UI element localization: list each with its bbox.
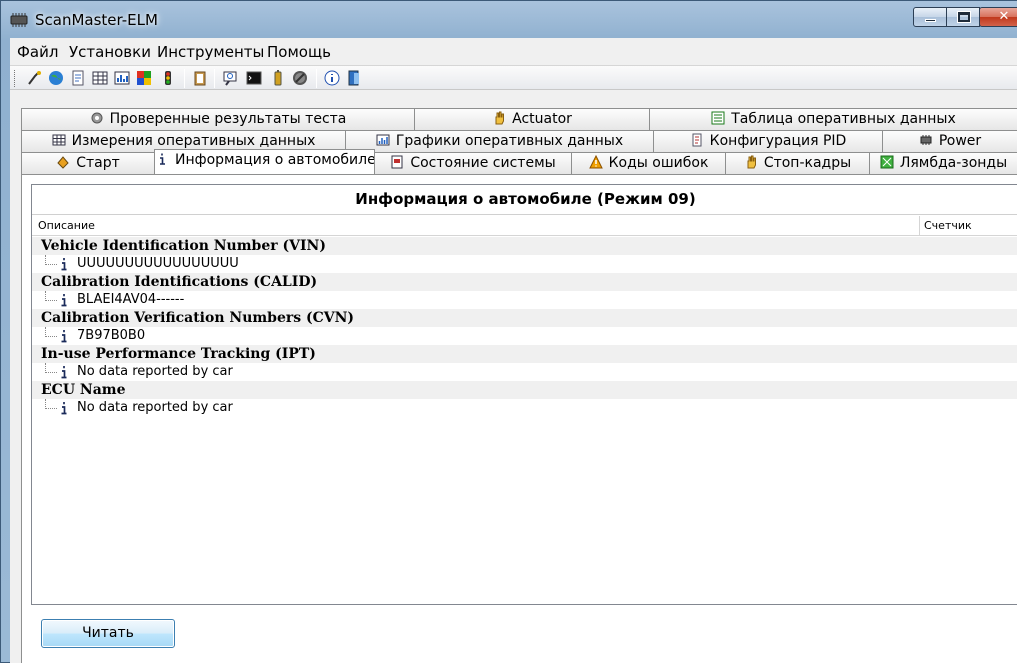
tab-pid-config[interactable]: Конфигурация PID (653, 130, 883, 152)
warning-icon (588, 155, 603, 169)
tab-vehicle-info[interactable]: Информация о автомобиле (154, 149, 375, 174)
tree-group-cvn[interactable]: Calibration Verification Numbers (CVN) (32, 309, 1017, 327)
tab-oxygen-sensors[interactable]: Лямбда-зонды (869, 152, 1017, 174)
minimize-icon (925, 19, 936, 22)
maximize-icon (958, 12, 970, 22)
tree-row[interactable]: BLAEI4AV04------ (32, 291, 1017, 309)
chip-icon (10, 13, 28, 27)
toolbar-separator (184, 69, 185, 88)
document-icon[interactable] (70, 70, 86, 86)
chip-icon (920, 135, 932, 145)
battery-icon[interactable] (270, 70, 286, 86)
gear-icon (91, 112, 103, 124)
traffic-light-icon[interactable] (160, 70, 176, 86)
info-icon (61, 402, 67, 415)
info-icon (61, 294, 67, 307)
tree-group-ecu-name[interactable]: ECU Name (32, 381, 1017, 399)
tab-error-codes[interactable]: Коды ошибок (571, 152, 726, 174)
tab-live-data-graphs[interactable]: Графики оперативных данных (345, 130, 654, 152)
tab-system-status[interactable]: Состояние системы (374, 152, 572, 174)
info-icon (61, 330, 67, 343)
minimize-button[interactable] (913, 7, 947, 27)
document-icon (692, 133, 702, 147)
grid-icon (52, 134, 66, 146)
tree-row[interactable]: 7B97B0B0 (32, 327, 1017, 345)
tab-power[interactable]: Power (882, 130, 1017, 152)
column-counter[interactable]: Счетчик (924, 219, 972, 232)
panel-title: Информация о автомобиле (Режим 09) (32, 185, 1017, 215)
chart-icon (376, 134, 390, 146)
tab-start[interactable]: Старт (21, 152, 155, 174)
vehicle-info-tree[interactable]: Информация о автомобиле (Режим 09) Описа… (31, 184, 1017, 605)
hand-icon (747, 155, 756, 169)
menu-help[interactable]: Помощь (267, 43, 331, 61)
window-title: ScanMaster-ELM (35, 11, 158, 29)
column-header: Описание Счетчик (32, 216, 1017, 236)
column-description[interactable]: Описание (38, 219, 95, 232)
tree-row[interactable]: No data reported by car (32, 363, 1017, 381)
close-button[interactable]: ✕ (979, 7, 1017, 27)
tree-group-ipt[interactable]: In-use Performance Tracking (IPT) (32, 345, 1017, 363)
stop-icon[interactable] (292, 70, 308, 86)
info-icon (160, 153, 165, 165)
search-icon[interactable] (222, 70, 238, 86)
vehicle-info-panel: Информация о автомобиле (Режим 09) Описа… (21, 174, 1017, 663)
clipboard-icon[interactable] (192, 70, 208, 86)
monitor-icon (391, 155, 403, 169)
chart-icon[interactable] (114, 70, 130, 86)
connect-icon[interactable] (26, 70, 42, 86)
tab-live-data-table[interactable]: Таблица оперативных данных (649, 108, 1017, 130)
close-icon: ✕ (998, 9, 1010, 24)
menu-file[interactable]: Файл (17, 43, 58, 61)
exit-door-icon[interactable] (346, 70, 362, 86)
tab-actuator[interactable]: Actuator (414, 108, 650, 130)
column-divider[interactable] (919, 216, 920, 235)
toolbar (10, 65, 1017, 90)
list-icon (711, 111, 725, 125)
grid-icon[interactable] (92, 70, 108, 86)
title-bar[interactable]: ScanMaster-ELM ✕ (1, 1, 1017, 37)
menu-settings[interactable]: Установки (69, 43, 151, 61)
maximize-button[interactable] (946, 7, 980, 27)
globe-icon[interactable] (48, 70, 64, 86)
tab-test-results[interactable]: Проверенные результаты теста (21, 108, 415, 130)
toolbar-separator (214, 69, 215, 88)
tree-row[interactable]: No data reported by car (32, 399, 1017, 417)
start-icon (57, 156, 69, 169)
client-area: Файл Установки Инструменты Помощь Провер… (10, 38, 1017, 663)
toolbar-separator (316, 69, 317, 88)
warning-grid-icon[interactable] (136, 70, 152, 86)
tree-group-calid[interactable]: Calibration Identifications (CALID) (32, 273, 1017, 291)
menu-bar: Файл Установки Инструменты Помощь (10, 38, 1017, 64)
tree-row[interactable]: UUUUUUUUUUUUUUUUU (32, 255, 1017, 273)
tree-group-vin[interactable]: Vehicle Identification Number (VIN) (32, 237, 1017, 255)
tab-strip: Проверенные результаты теста Actuator Та… (21, 108, 1017, 174)
info-icon[interactable] (324, 70, 340, 86)
info-icon (61, 258, 67, 271)
menu-tools[interactable]: Инструменты (157, 43, 264, 61)
hand-icon (495, 111, 505, 125)
toolbar-grip[interactable] (14, 70, 17, 87)
terminal-icon[interactable] (246, 70, 262, 86)
info-icon (61, 366, 67, 379)
application-window: ScanMaster-ELM ✕ Файл Установки Инструме… (0, 0, 1017, 663)
read-button[interactable]: Читать (41, 619, 175, 648)
info-tree: Vehicle Identification Number (VIN) UUUU… (32, 237, 1017, 417)
tab-freeze-frames[interactable]: Стоп-кадры (725, 152, 870, 174)
sensor-icon (880, 155, 894, 169)
